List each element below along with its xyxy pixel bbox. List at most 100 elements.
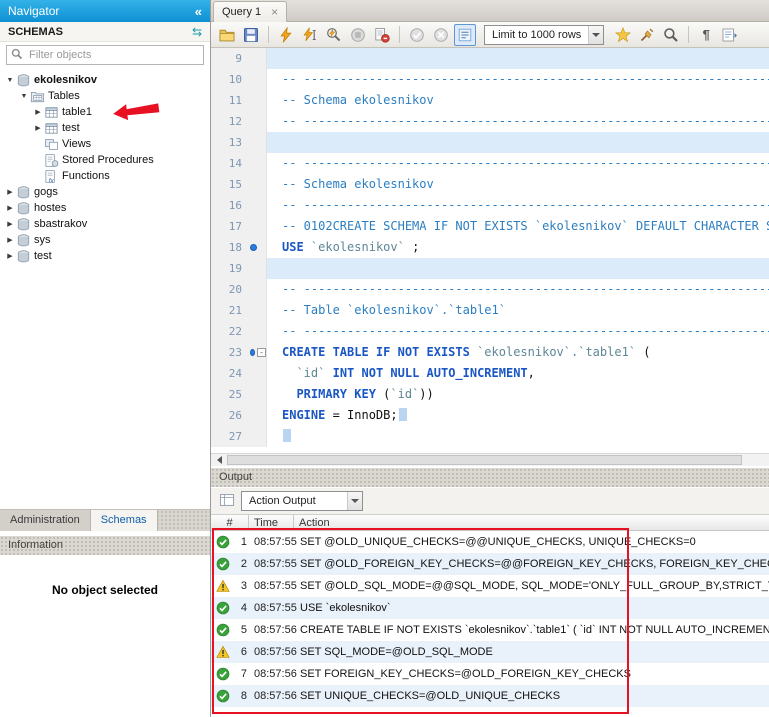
editor-line-10[interactable]: 10-- -----------------------------------… [211,69,769,90]
scroll-left-icon[interactable] [211,454,226,466]
editor-line-18[interactable]: 18USE `ekolesnikov` ; [211,237,769,258]
code-text[interactable] [267,426,769,447]
query-tab-label: Query 1 [222,6,261,18]
action-output-row[interactable]: 608:57:56SET SQL_MODE=@OLD_SQL_MODE [211,641,769,663]
limit-rows-dropdown[interactable]: Limit to 1000 rows [484,25,604,45]
editor-line-27[interactable]: 27 [211,426,769,447]
toggle-stop-on-error-icon[interactable] [371,24,393,46]
action-output-row[interactable]: 508:57:56CREATE TABLE IF NOT EXISTS `eko… [211,619,769,641]
code-text[interactable]: -- -------------------------------------… [267,153,769,174]
wrap-text-icon[interactable] [719,24,741,46]
collapse-panel-icon[interactable]: « [195,4,202,19]
expander-icon[interactable]: ▼ [4,77,16,84]
tree-item-sys[interactable]: ▶sys [0,232,210,248]
rollback-icon[interactable] [430,24,452,46]
code-text[interactable]: -- -------------------------------------… [267,69,769,90]
editor-line-11[interactable]: 11-- Schema ekolesnikov [211,90,769,111]
execute-current-statement-icon[interactable] [299,24,321,46]
tree-item-table1[interactable]: ▶table1 [0,104,210,120]
row-number: 5 [235,624,247,636]
explain-statement-icon[interactable] [323,24,345,46]
code-text[interactable]: `id` INT NOT NULL AUTO_INCREMENT, [267,363,769,384]
editor-line-26[interactable]: 26ENGINE = InnoDB; [211,405,769,426]
tree-item-test[interactable]: ▶test [0,120,210,136]
code-text[interactable] [267,48,769,69]
editor-line-19[interactable]: 19 [211,258,769,279]
show-invisibles-icon[interactable]: ¶ [695,24,717,46]
editor-line-23[interactable]: 23-CREATE TABLE IF NOT EXISTS `ekolesnik… [211,342,769,363]
tree-item-test[interactable]: ▶test [0,248,210,264]
expander-icon[interactable]: ▶ [4,236,16,244]
editor-line-9[interactable]: 9 [211,48,769,69]
refresh-schemas-icon[interactable]: ⇆ [192,25,202,39]
expander-icon[interactable]: ▶ [32,124,44,132]
action-output-row[interactable]: 308:57:55SET @OLD_SQL_MODE=@@SQL_MODE, S… [211,575,769,597]
find-icon[interactable] [660,24,682,46]
editor-line-21[interactable]: 21-- Table `ekolesnikov`.`table1` [211,300,769,321]
code-text[interactable]: USE `ekolesnikov` ; [267,237,769,258]
editor-line-15[interactable]: 15-- Schema ekolesnikov [211,174,769,195]
code-text[interactable]: -- 0102CREATE SCHEMA IF NOT EXISTS `ekol… [267,216,769,237]
code-text[interactable]: -- Schema ekolesnikov [267,174,769,195]
code-text[interactable]: ENGINE = InnoDB; [267,405,769,426]
beautify-script-icon[interactable] [612,24,634,46]
editor-line-25[interactable]: 25 PRIMARY KEY (`id`)) [211,384,769,405]
tab-query-1[interactable]: Query 1 × [213,1,287,22]
open-sql-script-icon[interactable] [216,24,238,46]
sql-editor[interactable]: 910-- ----------------------------------… [211,48,769,453]
action-output-row[interactable]: 708:57:56SET FOREIGN_KEY_CHECKS=@OLD_FOR… [211,663,769,685]
action-output-row[interactable]: 208:57:55SET @OLD_FOREIGN_KEY_CHECKS=@@F… [211,553,769,575]
horizontal-scrollbar[interactable] [211,453,769,466]
expander-icon[interactable]: ▶ [32,108,44,116]
action-output-selector[interactable]: Action Output [241,491,363,511]
editor-line-13[interactable]: 13 [211,132,769,153]
tree-item-tables[interactable]: ▼Tables [0,88,210,104]
schema-filter[interactable] [6,45,204,65]
action-output-row[interactable]: 108:57:55SET @OLD_UNIQUE_CHECKS=@@UNIQUE… [211,531,769,553]
tab-administration[interactable]: Administration [0,510,91,531]
code-text[interactable]: CREATE TABLE IF NOT EXISTS `ekolesnikov`… [267,342,769,363]
expander-icon[interactable]: ▶ [4,204,16,212]
tree-item-views[interactable]: Views [0,136,210,152]
editor-line-22[interactable]: 22-- -----------------------------------… [211,321,769,342]
expander-icon[interactable]: ▶ [4,220,16,228]
editor-line-16[interactable]: 16-- -----------------------------------… [211,195,769,216]
tree-item-hostes[interactable]: ▶hostes [0,200,210,216]
code-text[interactable]: -- -------------------------------------… [267,195,769,216]
expander-icon[interactable]: ▼ [18,93,30,100]
fold-toggle-icon[interactable]: - [257,348,266,357]
code-text[interactable] [267,258,769,279]
scrollbar-thumb[interactable] [227,455,742,465]
tree-item-sbastrakov[interactable]: ▶sbastrakov [0,216,210,232]
stop-execution-icon[interactable] [347,24,369,46]
tree-item-functions[interactable]: fxFunctions [0,168,210,184]
editor-line-24[interactable]: 24 `id` INT NOT NULL AUTO_INCREMENT, [211,363,769,384]
tab-schemas[interactable]: Schemas [91,510,158,531]
tree-item-stored-procedures[interactable]: Stored Procedures [0,152,210,168]
toggle-autocommit-icon[interactable] [454,24,476,46]
code-text[interactable]: -- Table `ekolesnikov`.`table1` [267,300,769,321]
expander-icon[interactable]: ▶ [4,188,16,196]
editor-line-20[interactable]: 20-- -----------------------------------… [211,279,769,300]
code-text[interactable] [267,132,769,153]
editor-line-12[interactable]: 12-- -----------------------------------… [211,111,769,132]
code-text[interactable]: -- -------------------------------------… [267,279,769,300]
execute-script-icon[interactable] [275,24,297,46]
action-output-row[interactable]: 408:57:55USE `ekolesnikov` [211,597,769,619]
editor-line-17[interactable]: 17-- 0102CREATE SCHEMA IF NOT EXISTS `ek… [211,216,769,237]
commit-icon[interactable] [406,24,428,46]
code-text[interactable]: -- -------------------------------------… [267,111,769,132]
save-script-icon[interactable] [240,24,262,46]
code-text[interactable]: PRIMARY KEY (`id`)) [267,384,769,405]
filter-input[interactable] [27,48,199,62]
action-output-row[interactable]: 808:57:56SET UNIQUE_CHECKS=@OLD_UNIQUE_C… [211,685,769,707]
tree-item-gogs[interactable]: ▶gogs [0,184,210,200]
close-tab-icon[interactable]: × [271,5,278,19]
clean-query-icon[interactable] [636,24,658,46]
editor-line-14[interactable]: 14-- -----------------------------------… [211,153,769,174]
code-text[interactable]: -- -------------------------------------… [267,321,769,342]
expander-icon[interactable]: ▶ [4,252,16,260]
code-text[interactable]: -- Schema ekolesnikov [267,90,769,111]
action-output-list: 108:57:55SET @OLD_UNIQUE_CHECKS=@@UNIQUE… [211,531,769,717]
tree-item-ekolesnikov[interactable]: ▼ekolesnikov [0,72,210,88]
